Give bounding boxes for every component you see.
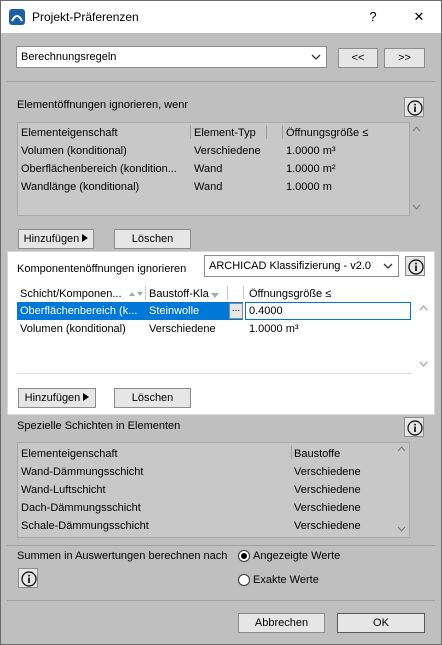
table-cell[interactable]: Wand-Luftschicht [21,484,281,496]
column-separator [227,286,228,300]
vertical-scrollbar[interactable] [409,123,424,215]
button-label: Hinzufügen [23,233,80,245]
radio-exact-values-label[interactable]: Exakte Werte [253,574,319,586]
special-layers-table[interactable]: Elementeigenschaft Baustoffe Wand-Dämmun… [17,442,410,538]
caret-right-icon [82,230,89,248]
column-header[interactable]: Elementeigenschaft [21,448,281,460]
table-cell[interactable]: Wandlänge (konditional) [21,181,191,193]
archicad-app-icon [9,9,25,25]
table-cell[interactable]: Schale-Dämmungsschicht [21,520,281,532]
table-cell[interactable]: Wand [194,181,274,193]
info-icon [407,420,423,436]
ok-button[interactable]: OK [337,613,425,633]
column-separator [190,125,191,139]
table-cell[interactable]: Dach-Dämmungsschicht [21,502,281,514]
chevron-down-icon [310,47,322,67]
delete-component-opening-button[interactable]: Löschen [114,388,191,408]
info-button[interactable] [18,568,38,588]
delete-element-opening-button[interactable]: Löschen [114,229,191,249]
project-preferences-dialog: Projekt-Präferenzen ? ✕ Berechnungsregel… [0,0,442,645]
table-cell[interactable]: Steinwolle [149,305,225,317]
column-header[interactable]: Öffnungsgröße ≤ [249,288,359,300]
column-header[interactable]: Elementeigenschaft [21,127,191,139]
component-openings-table[interactable]: Schicht/Komponen... Baustoff-Kla Öffnung… [17,284,428,374]
button-label: Hinzufügen [24,392,81,404]
divider [7,600,435,601]
table-cell[interactable]: Wand [194,163,274,175]
sort-icon [129,289,143,301]
column-header[interactable]: Baustoff-Kla [149,288,215,300]
column-header[interactable]: Schicht/Komponen... [20,288,130,300]
radio-exact-values[interactable] [238,574,250,586]
column-separator [145,286,146,300]
special-layers-heading: Spezielle Schichten in Elementen [17,420,181,432]
component-openings-panel: Komponentenöffnungen ignorieren ARCHICAD… [7,251,435,415]
info-icon [407,100,423,116]
table-cell[interactable]: Wand-Dämmungsschicht [21,466,281,478]
caret-right-icon [83,389,90,407]
vertical-scrollbar[interactable] [416,284,431,372]
previous-preset-button[interactable]: << [338,48,378,68]
sort-icon [211,290,219,302]
divider [7,81,435,82]
classification-value: ARCHICAD Klassifizierung - v2.0 [209,260,371,272]
table-cell[interactable]: Volumen (konditional) [21,145,191,157]
table-cell[interactable]: 1.0000 m³ [249,323,339,335]
element-openings-heading: Elementöffnungen ignorieren, wenr [17,99,189,111]
table-cell[interactable]: Verschiedene [194,145,274,157]
column-separator [291,445,292,459]
element-openings-table[interactable]: Elementeigenschaft Element-Typ Öffnungsg… [17,122,421,216]
column-separator [243,286,244,300]
table-cell[interactable]: Oberflächenbereich (kondition... [21,163,191,175]
info-button[interactable] [404,417,424,437]
add-element-opening-button[interactable]: Hinzufügen [18,229,94,249]
close-icon[interactable]: ✕ [409,7,429,27]
table-cell[interactable]: Verschiedene [294,484,394,496]
column-separator [266,125,267,139]
opening-size-input[interactable]: 0.4000 [245,302,411,320]
cancel-button[interactable]: Abbrechen [238,613,325,633]
table-cell[interactable]: Verschiedene [294,520,394,532]
next-preset-button[interactable]: >> [384,48,425,68]
chevron-down-icon [382,256,394,276]
table-cell[interactable]: Oberflächenbereich (k... [20,305,144,317]
radio-displayed-values[interactable] [238,550,250,562]
preset-value: Berechnungsregeln [21,51,117,63]
help-button[interactable]: ? [363,7,383,27]
browse-material-button[interactable]: ... [229,303,243,319]
add-component-opening-button[interactable]: Hinzufügen [18,388,96,408]
column-header[interactable]: Öffnungsgröße ≤ [286,127,396,139]
table-cell[interactable]: Verschiedene [294,466,394,478]
opening-size-value: 0.4000 [249,305,283,317]
info-button[interactable] [405,256,425,276]
table-cell[interactable]: 1.0000 m² [286,163,376,175]
table-cell[interactable]: Volumen (konditional) [20,323,144,335]
table-cell[interactable]: Verschiedene [149,323,225,335]
info-button[interactable] [404,97,424,117]
column-header[interactable]: Element-Typ [194,127,274,139]
info-icon [408,259,424,275]
column-header[interactable]: Baustoffe [294,448,394,460]
preset-dropdown[interactable]: Berechnungsregeln [16,46,327,68]
column-separator [282,125,283,139]
sums-label: Summen in Auswertungen berechnen nach [17,550,228,562]
table-cell[interactable]: Verschiedene [294,502,394,514]
title-bar: Projekt-Präferenzen ? ✕ [1,1,441,33]
window-title: Projekt-Präferenzen [32,10,139,24]
radio-displayed-values-label[interactable]: Angezeigte Werte [253,550,340,562]
divider [7,545,435,546]
classification-dropdown[interactable]: ARCHICAD Klassifizierung - v2.0 [204,255,399,277]
table-cell[interactable]: 1.0000 m³ [286,145,376,157]
vertical-scrollbar[interactable] [394,443,409,537]
table-cell[interactable]: 1.0000 m [286,181,376,193]
component-openings-heading: Komponentenöffnungen ignorieren [17,263,187,275]
info-icon [21,571,37,587]
